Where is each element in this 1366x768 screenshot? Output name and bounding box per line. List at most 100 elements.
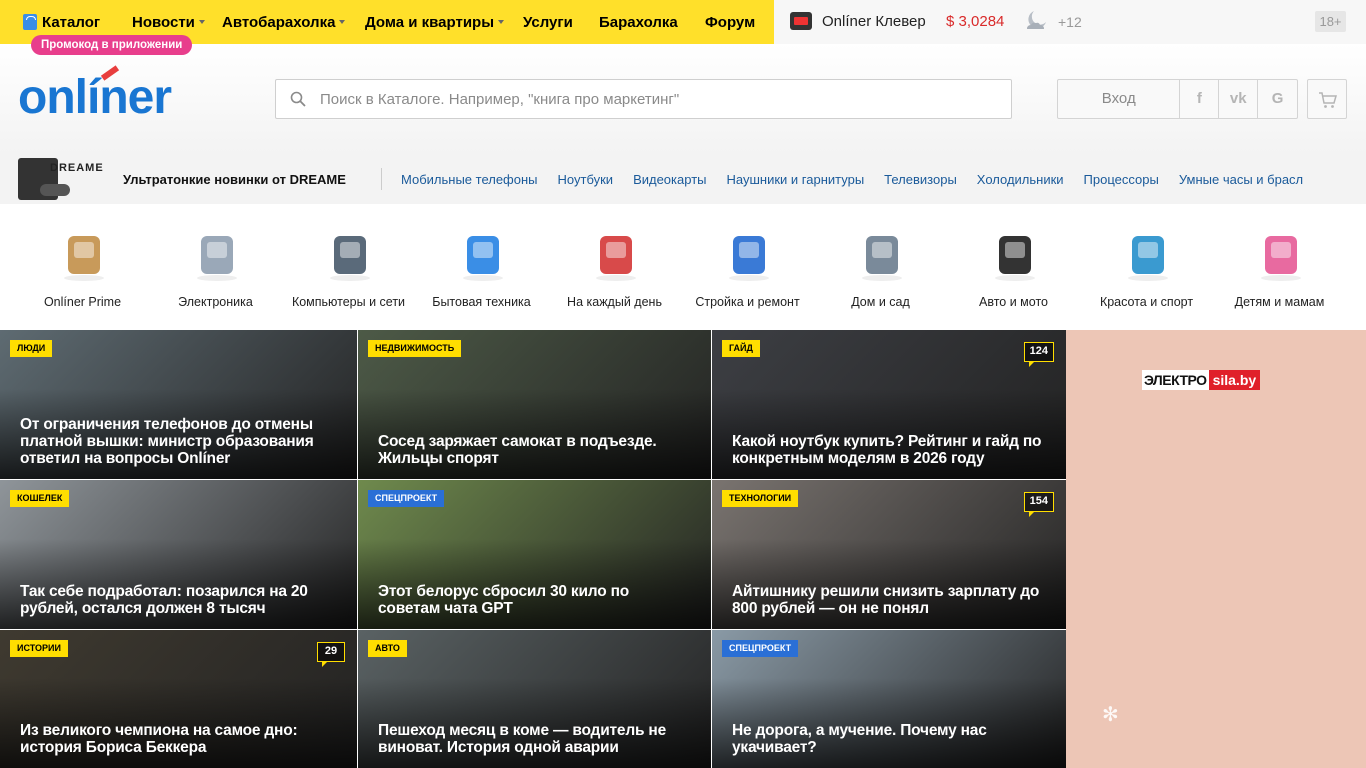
news-headline[interactable]: Айтишнику решили снизить зарплату до 800…: [732, 583, 1048, 617]
news-headline[interactable]: Так себе подработал: позарился на 20 руб…: [20, 583, 339, 617]
quick-link[interactable]: Холодильники: [977, 172, 1064, 187]
news-card[interactable]: Гайд Какой ноутбук купить? Рейтинг и гайд…: [712, 330, 1066, 479]
temperature[interactable]: +12: [1058, 14, 1082, 30]
search-box[interactable]: [275, 79, 1012, 119]
top-nav-item-6[interactable]: Форум: [705, 0, 755, 44]
top-nav-item-3[interactable]: Дома и квартиры: [365, 0, 505, 44]
quick-link[interactable]: Процессоры: [1084, 172, 1159, 187]
category-1[interactable]: Электроника: [149, 204, 282, 330]
age-rating-badge: 18+: [1315, 11, 1346, 32]
category-label: Дом и сад: [851, 295, 910, 309]
news-headline[interactable]: Пешеход месяц в коме — водитель не винов…: [378, 722, 693, 756]
news-card[interactable]: Кошелек Так себе подработал: позарился на…: [0, 480, 357, 629]
quick-link[interactable]: Умные часы и брасл: [1179, 172, 1303, 187]
category-7[interactable]: Авто и мото: [947, 204, 1080, 330]
category-label: Компьютеры и сети: [291, 295, 406, 309]
quick-link[interactable]: Ноутбуки: [558, 172, 614, 187]
currency-rate[interactable]: $ 3,0284: [946, 13, 1004, 30]
category-label: Стройка и ремонт: [695, 295, 800, 309]
top-nav-item-4[interactable]: Услуги: [523, 0, 573, 44]
chair-icon: [856, 224, 908, 282]
electrosila-logo[interactable]: ЭЛЕКТРО sila.by: [1142, 370, 1261, 390]
quick-link[interactable]: Телевизоры: [884, 172, 957, 187]
quick-link[interactable]: Наушники и гарнитуры: [727, 172, 865, 187]
dreame-promo-link[interactable]: Ультратонкие новинки от DREAME: [123, 172, 346, 187]
chevron-down-icon: [498, 20, 505, 24]
login-button[interactable]: Вход: [1058, 80, 1181, 118]
top-nav-label: Барахолка: [599, 13, 678, 31]
top-nav-label: Новости: [132, 13, 195, 31]
login-group: Вход f vk G: [1057, 79, 1298, 119]
category-label: Бытовая техника: [432, 295, 531, 309]
category-2[interactable]: Компьютеры и сети: [282, 204, 415, 330]
category-label: Электроника: [178, 295, 253, 309]
category-label: Авто и мото: [979, 295, 1048, 309]
news-headline[interactable]: Сосед заряжает самокат в подъезде. Жильц…: [378, 433, 693, 467]
comments-count-badge[interactable]: 124: [1023, 342, 1054, 367]
promo-badge[interactable]: Промокод в приложении: [31, 35, 193, 55]
news-card[interactable]: Спецпроект Не дорога, а мучение. Почему н…: [712, 630, 1066, 768]
comments-count-badge[interactable]: 154: [1023, 492, 1054, 517]
category-8[interactable]: Красота и спорт: [1080, 204, 1213, 330]
category-0[interactable]: Onlíner Prime: [16, 204, 149, 330]
cart-button[interactable]: [1307, 79, 1347, 119]
box-icon: [58, 224, 110, 282]
news-card[interactable]: Недвижимость Сосед заряжает самокат в под…: [358, 330, 711, 479]
top-nav-label: Дома и квартиры: [365, 13, 495, 31]
news-headline[interactable]: Не дорога, а мучение. Почему нас укачива…: [732, 722, 1048, 756]
vk-icon[interactable]: vk: [1219, 80, 1259, 118]
dreame-brand[interactable]: DREAME: [50, 162, 104, 174]
catalog-bag-icon: [23, 14, 37, 30]
news-card[interactable]: Спецпроект Этот белорус сбросил 30 кило п…: [358, 480, 711, 629]
category-9[interactable]: Детям и мамам: [1213, 204, 1346, 330]
news-tag[interactable]: Гайд: [722, 340, 760, 357]
category-5[interactable]: Стройка и ремонт: [681, 204, 814, 330]
news-tag[interactable]: Технологии: [722, 490, 799, 507]
advertisement-banner[interactable]: ЭЛЕКТРО sila.by ✻: [1066, 330, 1366, 768]
stroller-icon: [1255, 224, 1307, 282]
quick-links: Мобильные телефоны Ноутбуки Видеокарты Науш…: [401, 172, 1303, 187]
klever-icon[interactable]: [790, 12, 812, 30]
category-4[interactable]: На каждый день: [548, 204, 681, 330]
ad-brand-part-b: sila.by: [1208, 370, 1261, 390]
klever-link[interactable]: Onlíner Клевер: [822, 13, 926, 30]
quick-link[interactable]: Мобильные телефоны: [401, 172, 538, 187]
news-tag[interactable]: Спецпроект: [722, 640, 799, 657]
fridge-icon: [457, 224, 509, 282]
onliner-logo[interactable]: onlíner: [18, 74, 172, 122]
news-tag[interactable]: Спецпроект: [368, 490, 445, 507]
news-card[interactable]: Люди От ограничения телефонов до отмены п…: [0, 330, 357, 479]
quick-link[interactable]: Видеокарты: [633, 172, 706, 187]
facebook-icon[interactable]: f: [1180, 80, 1220, 118]
news-tag[interactable]: Недвижимость: [368, 340, 462, 357]
top-nav-label: Форум: [705, 13, 756, 31]
weather-moon-icon[interactable]: [1024, 8, 1050, 34]
top-nav-item-5[interactable]: Барахолка: [599, 0, 678, 44]
category-label: На каждый день: [567, 295, 662, 309]
search-icon: [290, 91, 306, 107]
comments-count-badge[interactable]: 29: [317, 642, 345, 667]
category-label: Красота и спорт: [1099, 295, 1194, 309]
news-headline[interactable]: Какой ноутбук купить? Рейтинг и гайд по …: [732, 433, 1048, 467]
news-tag[interactable]: Кошелек: [10, 490, 70, 507]
news-tag[interactable]: Истории: [10, 640, 68, 657]
category-3[interactable]: Бытовая техника: [415, 204, 548, 330]
cart-icon: [1319, 92, 1337, 108]
search-input[interactable]: [320, 80, 1000, 118]
news-tag[interactable]: Авто: [368, 640, 407, 657]
google-icon[interactable]: G: [1258, 80, 1297, 118]
news-tag[interactable]: Люди: [10, 340, 53, 357]
bicycle-icon: [1122, 224, 1174, 282]
category-6[interactable]: Дом и сад: [814, 204, 947, 330]
chevron-down-icon: [339, 20, 346, 24]
news-card[interactable]: Авто Пешеход месяц в коме — водитель не в…: [358, 630, 711, 768]
news-card[interactable]: Технологии Айтишнику решили снизить зарпл…: [712, 480, 1066, 629]
top-nav-item-2[interactable]: Автобарахолка: [222, 0, 346, 44]
news-headline[interactable]: Этот белорус сбросил 30 кило по советам …: [378, 583, 693, 617]
news-card[interactable]: Истории Из великого чемпиона на самое дно…: [0, 630, 357, 768]
category-label: Детям и мамам: [1234, 295, 1325, 309]
tire-icon: [989, 224, 1041, 282]
top-nav-label: Автобарахолка: [222, 13, 336, 31]
news-headline[interactable]: От ограничения телефонов до отмены платн…: [20, 416, 339, 467]
news-headline[interactable]: Из великого чемпиона на самое дно: истор…: [20, 722, 339, 756]
